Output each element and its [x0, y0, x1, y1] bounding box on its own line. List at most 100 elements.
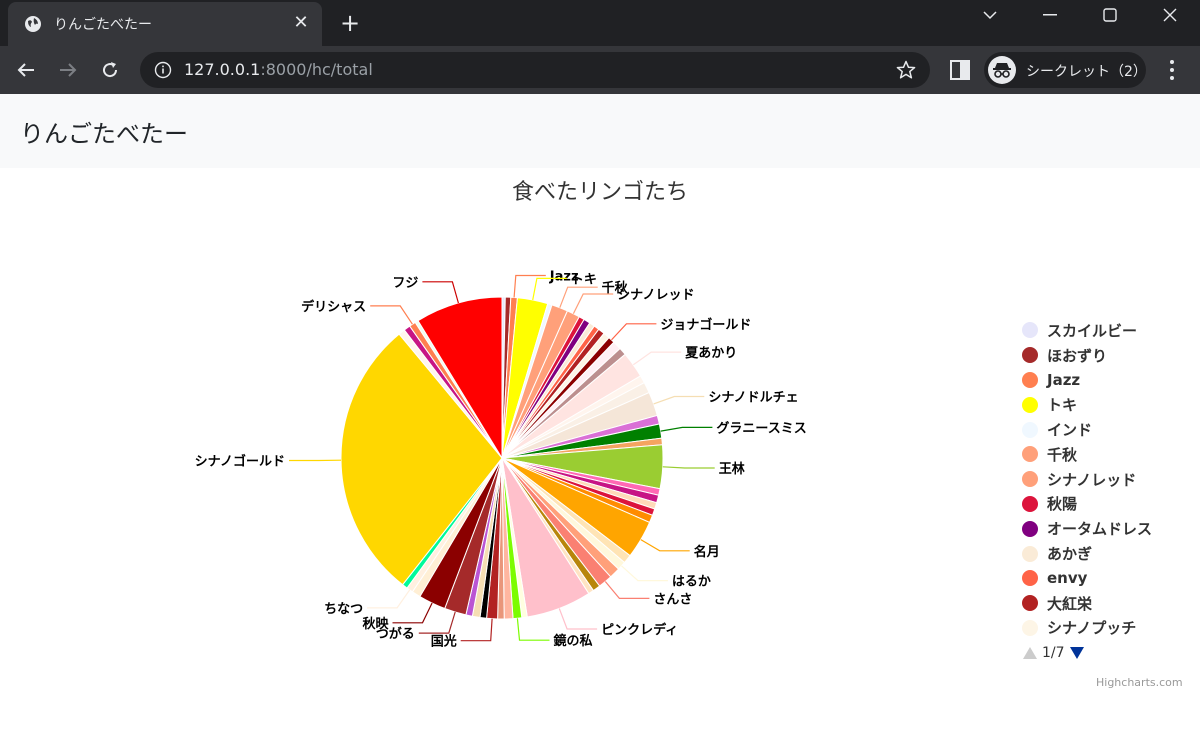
app-navbar: りんごたべたー	[0, 94, 1200, 168]
tab-title: りんごたべたー	[54, 17, 152, 33]
address-bar[interactable]: 127.0.0.1:8000/hc/total	[140, 52, 930, 88]
legend-color-dot	[1022, 371, 1038, 388]
data-label-connector	[621, 565, 668, 582]
legend-label: スカイルビー	[1047, 321, 1138, 340]
data-label-connector	[653, 395, 705, 405]
data-label: フジ	[392, 276, 418, 291]
data-label: ちなつ	[324, 602, 363, 617]
window-close-icon[interactable]	[1140, 0, 1200, 30]
pie-chart: フジ Jazzトキ千秋シナノレッドジョナゴールド夏あかりシナノドルチェグラニースミ…	[195, 270, 807, 650]
legend-color-dot	[1022, 545, 1038, 562]
bookmark-star-icon[interactable]	[896, 60, 916, 80]
back-arrow-icon[interactable]	[10, 54, 42, 86]
data-label-connector	[422, 281, 459, 304]
legend-color-dot	[1022, 471, 1038, 488]
legend-pagination: 1/7	[1022, 640, 1192, 666]
legend-label: オータムドレス	[1047, 520, 1153, 539]
url-text[interactable]: 127.0.0.1:8000/hc/total	[184, 60, 373, 79]
data-label: さんさ	[653, 592, 692, 607]
data-label-connector	[662, 466, 715, 469]
triangle-up-icon[interactable]	[1022, 646, 1038, 660]
data-label-connector	[611, 323, 657, 341]
data-label: 鏡の私	[554, 633, 593, 649]
data-label: 王林	[719, 461, 745, 477]
side-panel-icon[interactable]	[948, 58, 972, 82]
legend-color-dot	[1022, 619, 1038, 636]
legend-item[interactable]: 秋陽	[1022, 492, 1192, 517]
legend-color-dot	[1022, 396, 1038, 413]
data-label: 名月	[694, 544, 720, 560]
data-label-connector	[604, 581, 650, 599]
legend-color-dot	[1022, 520, 1038, 537]
browser-tab[interactable]: りんごたべたー ✕	[8, 2, 322, 46]
legend-item[interactable]: インド	[1022, 417, 1192, 442]
app-title[interactable]: りんごたべたー	[20, 114, 188, 149]
data-label: はるか	[672, 575, 711, 590]
triangle-down-icon[interactable]	[1069, 646, 1085, 660]
url-path: :8000/hc/total	[260, 60, 373, 79]
incognito-label: シークレット（2）	[1026, 64, 1147, 80]
data-label: シナノゴールド	[195, 454, 285, 470]
incognito-profile-button[interactable]: シークレット（2）	[984, 52, 1147, 88]
legend-label: Jazz	[1047, 370, 1081, 389]
data-label-connector	[572, 293, 614, 314]
legend-label: envy	[1047, 569, 1088, 588]
legend-item[interactable]: シナノレッド	[1022, 467, 1192, 492]
legend-item[interactable]: 大紅栄	[1022, 591, 1192, 616]
legend-color-dot	[1022, 322, 1038, 339]
data-label: ジョナゴールド	[660, 317, 751, 333]
data-label: ピンクレディ	[601, 622, 678, 638]
tab-close-icon[interactable]: ✕	[290, 12, 312, 34]
legend-item[interactable]: トキ	[1022, 392, 1192, 417]
browser-titlebar: りんごたべたー ✕ +	[0, 0, 1200, 46]
globe-icon	[25, 16, 41, 32]
legend-color-dot	[1022, 595, 1038, 612]
legend-item[interactable]: あかぎ	[1022, 541, 1192, 566]
legend-label: 千秋	[1047, 445, 1078, 464]
data-label-connector	[640, 539, 690, 552]
data-label-connector	[460, 618, 493, 642]
legend-color-dot	[1022, 495, 1038, 512]
incognito-icon	[988, 56, 1016, 84]
forward-arrow-icon[interactable]	[52, 54, 84, 86]
legend-item[interactable]: シナノプッチ	[1022, 616, 1192, 641]
data-label: デリシャス	[301, 299, 366, 315]
browser-toolbar: 127.0.0.1:8000/hc/total シークレット（2）	[0, 46, 1200, 94]
legend-label: ほおずり	[1047, 346, 1108, 365]
legend-label: シナノレッド	[1047, 470, 1137, 489]
legend-label: インド	[1047, 421, 1093, 440]
legend-color-dot	[1022, 446, 1038, 463]
new-tab-button[interactable]: +	[336, 10, 364, 38]
legend-item[interactable]: 千秋	[1022, 442, 1192, 467]
data-label-connector	[370, 305, 413, 325]
legend-page-text: 1/7	[1042, 645, 1065, 662]
legend-item[interactable]: オータムドレス	[1022, 516, 1192, 541]
data-label-connector	[367, 589, 411, 609]
legend-item[interactable]: ほおずり	[1022, 343, 1192, 368]
legend-items: スカイルビー ほおずり Jazz トキインド千秋シナノレッド 秋陽オータムドレスあかぎ e…	[1022, 318, 1192, 640]
info-icon[interactable]	[154, 61, 172, 79]
maximize-icon[interactable]	[1080, 0, 1140, 30]
data-label-connector	[558, 608, 598, 630]
legend-label: 秋陽	[1047, 495, 1078, 514]
url-host: 127.0.0.1	[184, 60, 261, 79]
legend-item[interactable]: envy	[1022, 566, 1192, 591]
legend-label: シナノプッチ	[1047, 619, 1137, 638]
legend-item[interactable]: スカイルビー	[1022, 318, 1192, 343]
highcharts-credits[interactable]: Highcharts.com	[1096, 676, 1183, 689]
legend-label: トキ	[1047, 396, 1078, 415]
chart-legend: スカイルビー ほおずり Jazz トキインド千秋シナノレッド 秋陽オータムドレスあかぎ e…	[1022, 318, 1192, 666]
data-label: シナノレッド	[617, 288, 694, 303]
data-label-connector	[559, 286, 598, 308]
data-label: 国光	[431, 634, 457, 650]
browser-menu-icon[interactable]	[1160, 58, 1184, 82]
data-label: グラニースミス	[716, 420, 806, 436]
data-label-connector	[418, 611, 456, 634]
reload-icon[interactable]	[94, 54, 126, 86]
data-label: シナノドルチェ	[708, 390, 798, 405]
legend-label: 大紅栄	[1047, 594, 1093, 613]
legend-color-dot	[1022, 570, 1038, 587]
legend-item[interactable]: Jazz	[1022, 368, 1192, 393]
chevron-down-icon[interactable]	[960, 0, 1020, 30]
minimize-icon[interactable]	[1020, 0, 1080, 30]
